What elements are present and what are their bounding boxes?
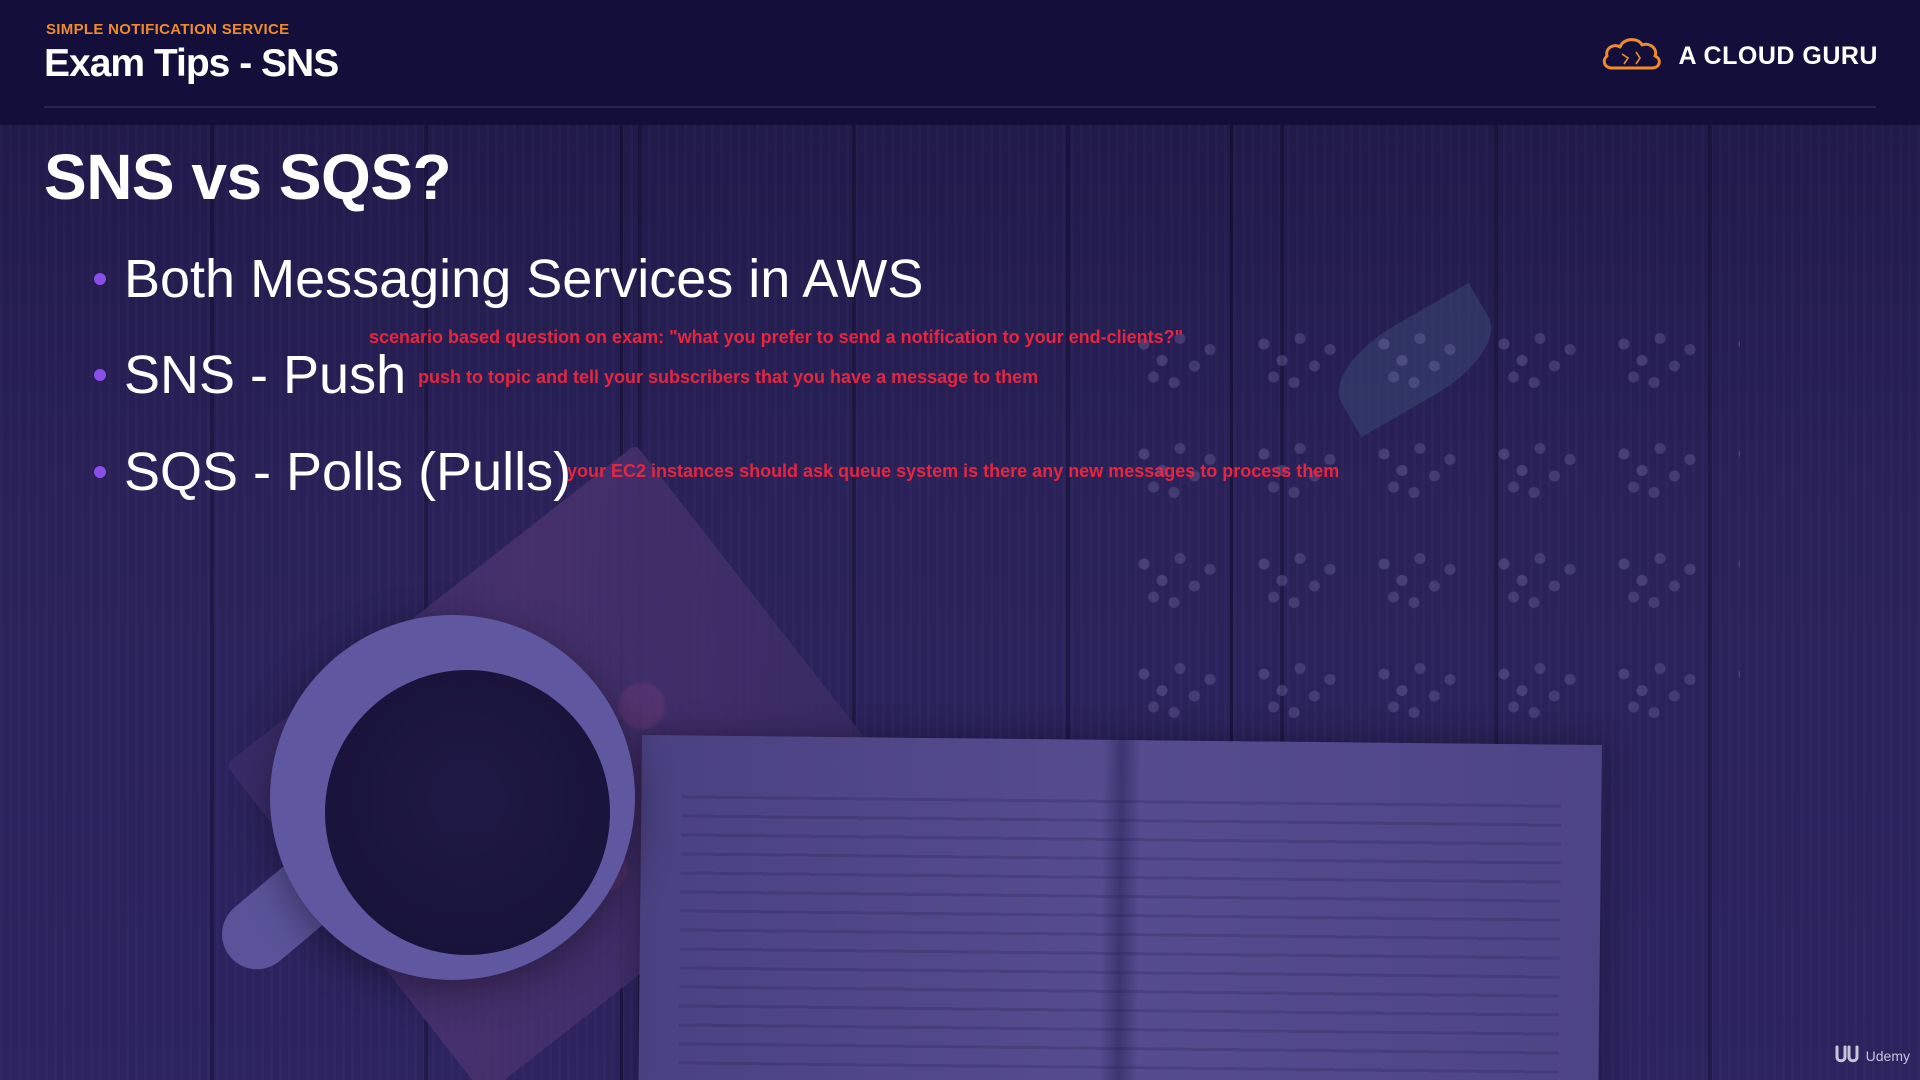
- annotation-push: push to topic and tell your subscribers …: [418, 367, 1039, 387]
- bullet-dot: [94, 466, 106, 478]
- brand-name: A CLOUD GURU: [1678, 42, 1878, 70]
- background-coffee: [325, 670, 610, 955]
- background-book: [638, 734, 1602, 1080]
- section-label: SIMPLE NOTIFICATION SERVICE: [46, 21, 290, 38]
- udemy-watermark: Udemy: [1834, 1043, 1910, 1068]
- slide-title: SNS vs SQS?: [44, 141, 452, 213]
- annotation-polls: your EC2 instances should ask queue syst…: [567, 461, 1340, 481]
- bullet-text: SQS - Polls (Pulls): [124, 442, 572, 502]
- bullet-text: Both Messaging Services in AWS: [124, 249, 924, 309]
- brand-logo: A CLOUD GURU: [1600, 34, 1878, 79]
- bullet-item: SQS - Polls (Pulls): [94, 441, 571, 503]
- annotation-scenario: scenario based question on exam: "what y…: [369, 327, 1184, 347]
- bullet-text: SNS - Push: [124, 345, 407, 405]
- bullet-dot: [94, 369, 106, 381]
- udemy-label: Udemy: [1865, 1047, 1910, 1064]
- slide-header: SIMPLE NOTIFICATION SERVICE Exam Tips - …: [0, 0, 1920, 125]
- bullet-item: Both Messaging Services in AWS: [94, 248, 923, 310]
- bullet-item: SNS - Push: [94, 344, 406, 406]
- header-divider: [44, 106, 1876, 108]
- slide: SIMPLE NOTIFICATION SERVICE Exam Tips - …: [0, 0, 1920, 1080]
- udemy-logo-icon: [1834, 1043, 1860, 1068]
- bullet-dot: [94, 273, 106, 285]
- header-title: Exam Tips - SNS: [44, 42, 339, 85]
- cloud-logo-icon: [1600, 34, 1664, 79]
- book-text-lines: [678, 795, 1562, 1080]
- background-flowers: [1120, 300, 1740, 760]
